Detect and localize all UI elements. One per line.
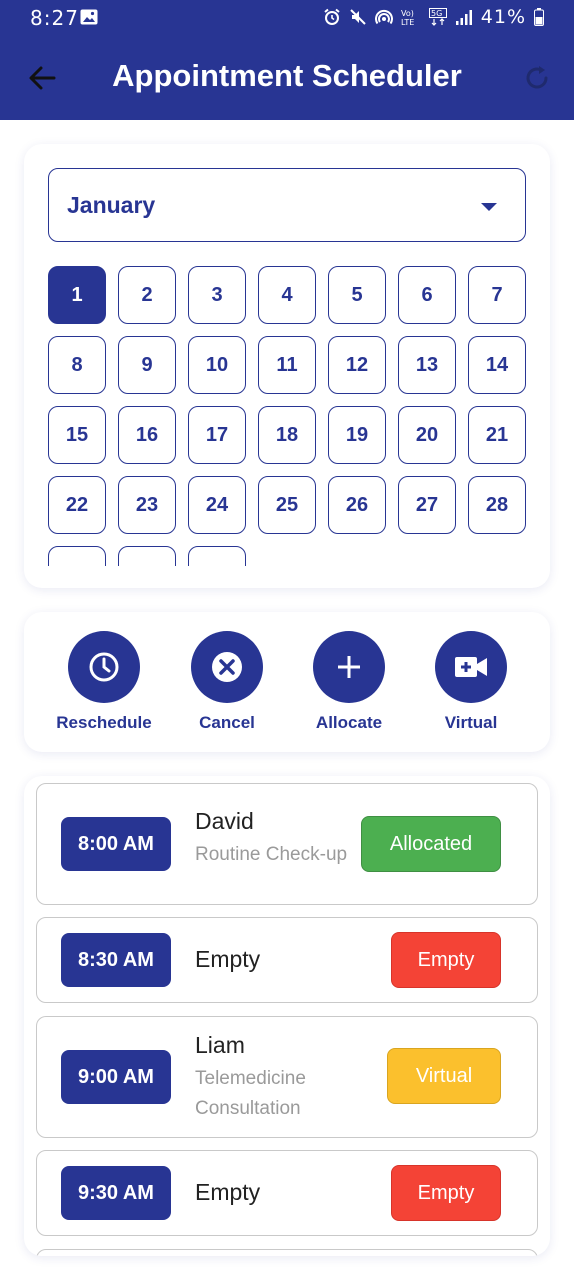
day-14-button[interactable]: 14 — [468, 336, 526, 394]
status-button[interactable]: Allocated — [361, 816, 501, 872]
chevron-down-icon — [481, 203, 497, 211]
actions-card: Reschedule Cancel Allocate Virtual — [24, 612, 550, 752]
patient-name: Empty — [195, 1179, 261, 1205]
alarm-icon — [324, 8, 340, 25]
clock-icon-graphic — [89, 652, 119, 682]
appointment-row[interactable]: 8:00 AM David Routine Check-up Allocated — [36, 783, 538, 905]
time-chip: 8:00 AM — [61, 817, 171, 871]
mute-icon — [350, 9, 366, 25]
virtual-action-button[interactable]: Virtual — [416, 631, 526, 733]
day-2-button[interactable]: 2 — [118, 266, 176, 324]
plus-icon — [313, 631, 385, 703]
day-25-button[interactable]: 25 — [258, 476, 316, 534]
svg-text:Vo): Vo) — [401, 9, 414, 18]
status-button[interactable]: Empty — [391, 1165, 501, 1221]
day-29-button[interactable]: 29 — [48, 546, 106, 566]
signal-icon — [455, 10, 472, 25]
day-18-button[interactable]: 18 — [258, 406, 316, 464]
day-13-button[interactable]: 13 — [398, 336, 456, 394]
action-label: Virtual — [444, 713, 498, 732]
top-bar: 8:27 Vo) LTE 5G 41% Appointment Schedule… — [0, 0, 574, 120]
hotspot-icon — [374, 9, 393, 25]
video-plus-icon — [435, 631, 507, 703]
day-21-button[interactable]: 21 — [468, 406, 526, 464]
close-circle-icon-graphic — [212, 652, 242, 682]
day-8-button[interactable]: 8 — [48, 336, 106, 394]
day-4-button[interactable]: 4 — [258, 266, 316, 324]
appointment-row[interactable]: 8:30 AM Empty Empty — [36, 917, 538, 1003]
action-label: Cancel — [199, 713, 255, 732]
month-value: January — [67, 192, 156, 218]
page-title: Appointment Scheduler — [112, 58, 462, 93]
reschedule-action-button[interactable]: Reschedule — [49, 631, 159, 733]
time-chip: 9:00 AM — [61, 1050, 171, 1104]
appointment-row[interactable]: 9:30 AM Empty Empty — [36, 1150, 538, 1236]
day-19-button[interactable]: 19 — [328, 406, 386, 464]
appointment-row[interactable] — [36, 1249, 538, 1256]
day-26-button[interactable]: 26 — [328, 476, 386, 534]
day-24-button[interactable]: 24 — [188, 476, 246, 534]
day-9-button[interactable]: 9 — [118, 336, 176, 394]
status-bar: 8:27 Vo) LTE 5G 41% — [0, 0, 574, 36]
day-16-button[interactable]: 16 — [118, 406, 176, 464]
time-chip: 9:30 AM — [61, 1166, 171, 1220]
day-3-button[interactable]: 3 — [188, 266, 246, 324]
day-1-button[interactable]: 1 — [48, 266, 106, 324]
day-11-button[interactable]: 11 — [258, 336, 316, 394]
battery-percent: 41% — [480, 6, 526, 28]
day-7-button[interactable]: 7 — [468, 266, 526, 324]
day-17-button[interactable]: 17 — [188, 406, 246, 464]
day-15-button[interactable]: 15 — [48, 406, 106, 464]
day-10-button[interactable]: 10 — [188, 336, 246, 394]
day-20-button[interactable]: 20 — [398, 406, 456, 464]
clock-icon — [68, 631, 140, 703]
appointment-row[interactable]: 9:00 AM Liam Telemedicine Consultation Virt… — [36, 1016, 538, 1138]
plus-icon-graphic — [338, 656, 360, 678]
status-button[interactable]: Empty — [391, 932, 501, 988]
day-grid: 1 2 3 4 5 6 7 8 9 10 11 12 13 14 15 16 17 18 19 20 21 22 23 24 2… — [48, 266, 526, 566]
day-23-button[interactable]: 23 — [118, 476, 176, 534]
appointment-detail: Telemedicine Consultation — [195, 1068, 306, 1119]
svg-text:LTE: LTE — [401, 18, 414, 26]
refresh-icon[interactable] — [522, 63, 552, 93]
day-28-button[interactable]: 28 — [468, 476, 526, 534]
video-plus-icon-graphic — [455, 657, 487, 677]
action-label: Allocate — [315, 713, 383, 732]
day-12-button[interactable]: 12 — [328, 336, 386, 394]
appointments-list: 8:00 AM David Routine Check-up Allocated 8:3… — [24, 776, 550, 1256]
patient-name: David — [195, 808, 254, 834]
status-time: 8:27 — [30, 6, 79, 30]
volte-icon: Vo) LTE — [401, 9, 414, 26]
day-6-button[interactable]: 6 — [398, 266, 456, 324]
appointment-detail: Routine Check-up — [195, 844, 348, 865]
month-dropdown[interactable]: January — [48, 168, 526, 242]
gallery-icon — [80, 9, 98, 25]
allocate-action-button[interactable]: Allocate — [294, 631, 404, 733]
status-icons: Vo) LTE 5G 41% — [323, 6, 544, 28]
close-circle-icon — [191, 631, 263, 703]
day-22-button[interactable]: 22 — [48, 476, 106, 534]
action-label: Reschedule — [56, 713, 152, 732]
calendar-card: January 1 2 3 4 5 6 7 8 9 10 11 12 13 14 15 16 17 18 19 20 2… — [24, 144, 550, 588]
day-5-button[interactable]: 5 — [328, 266, 386, 324]
status-button[interactable]: Virtual — [387, 1048, 501, 1104]
app-bar: Appointment Scheduler — [0, 36, 574, 120]
cancel-action-button[interactable]: Cancel — [172, 631, 282, 733]
day-27-button[interactable]: 27 — [398, 476, 456, 534]
time-chip: 8:30 AM — [61, 933, 171, 987]
5g-icon: 5G — [428, 8, 447, 26]
svg-text:5G: 5G — [431, 9, 442, 18]
battery-icon — [534, 8, 544, 26]
patient-name: Liam — [195, 1032, 245, 1058]
patient-name: Empty — [195, 946, 261, 972]
day-31-button[interactable]: 31 — [188, 546, 246, 566]
day-30-button[interactable]: 30 — [118, 546, 176, 566]
